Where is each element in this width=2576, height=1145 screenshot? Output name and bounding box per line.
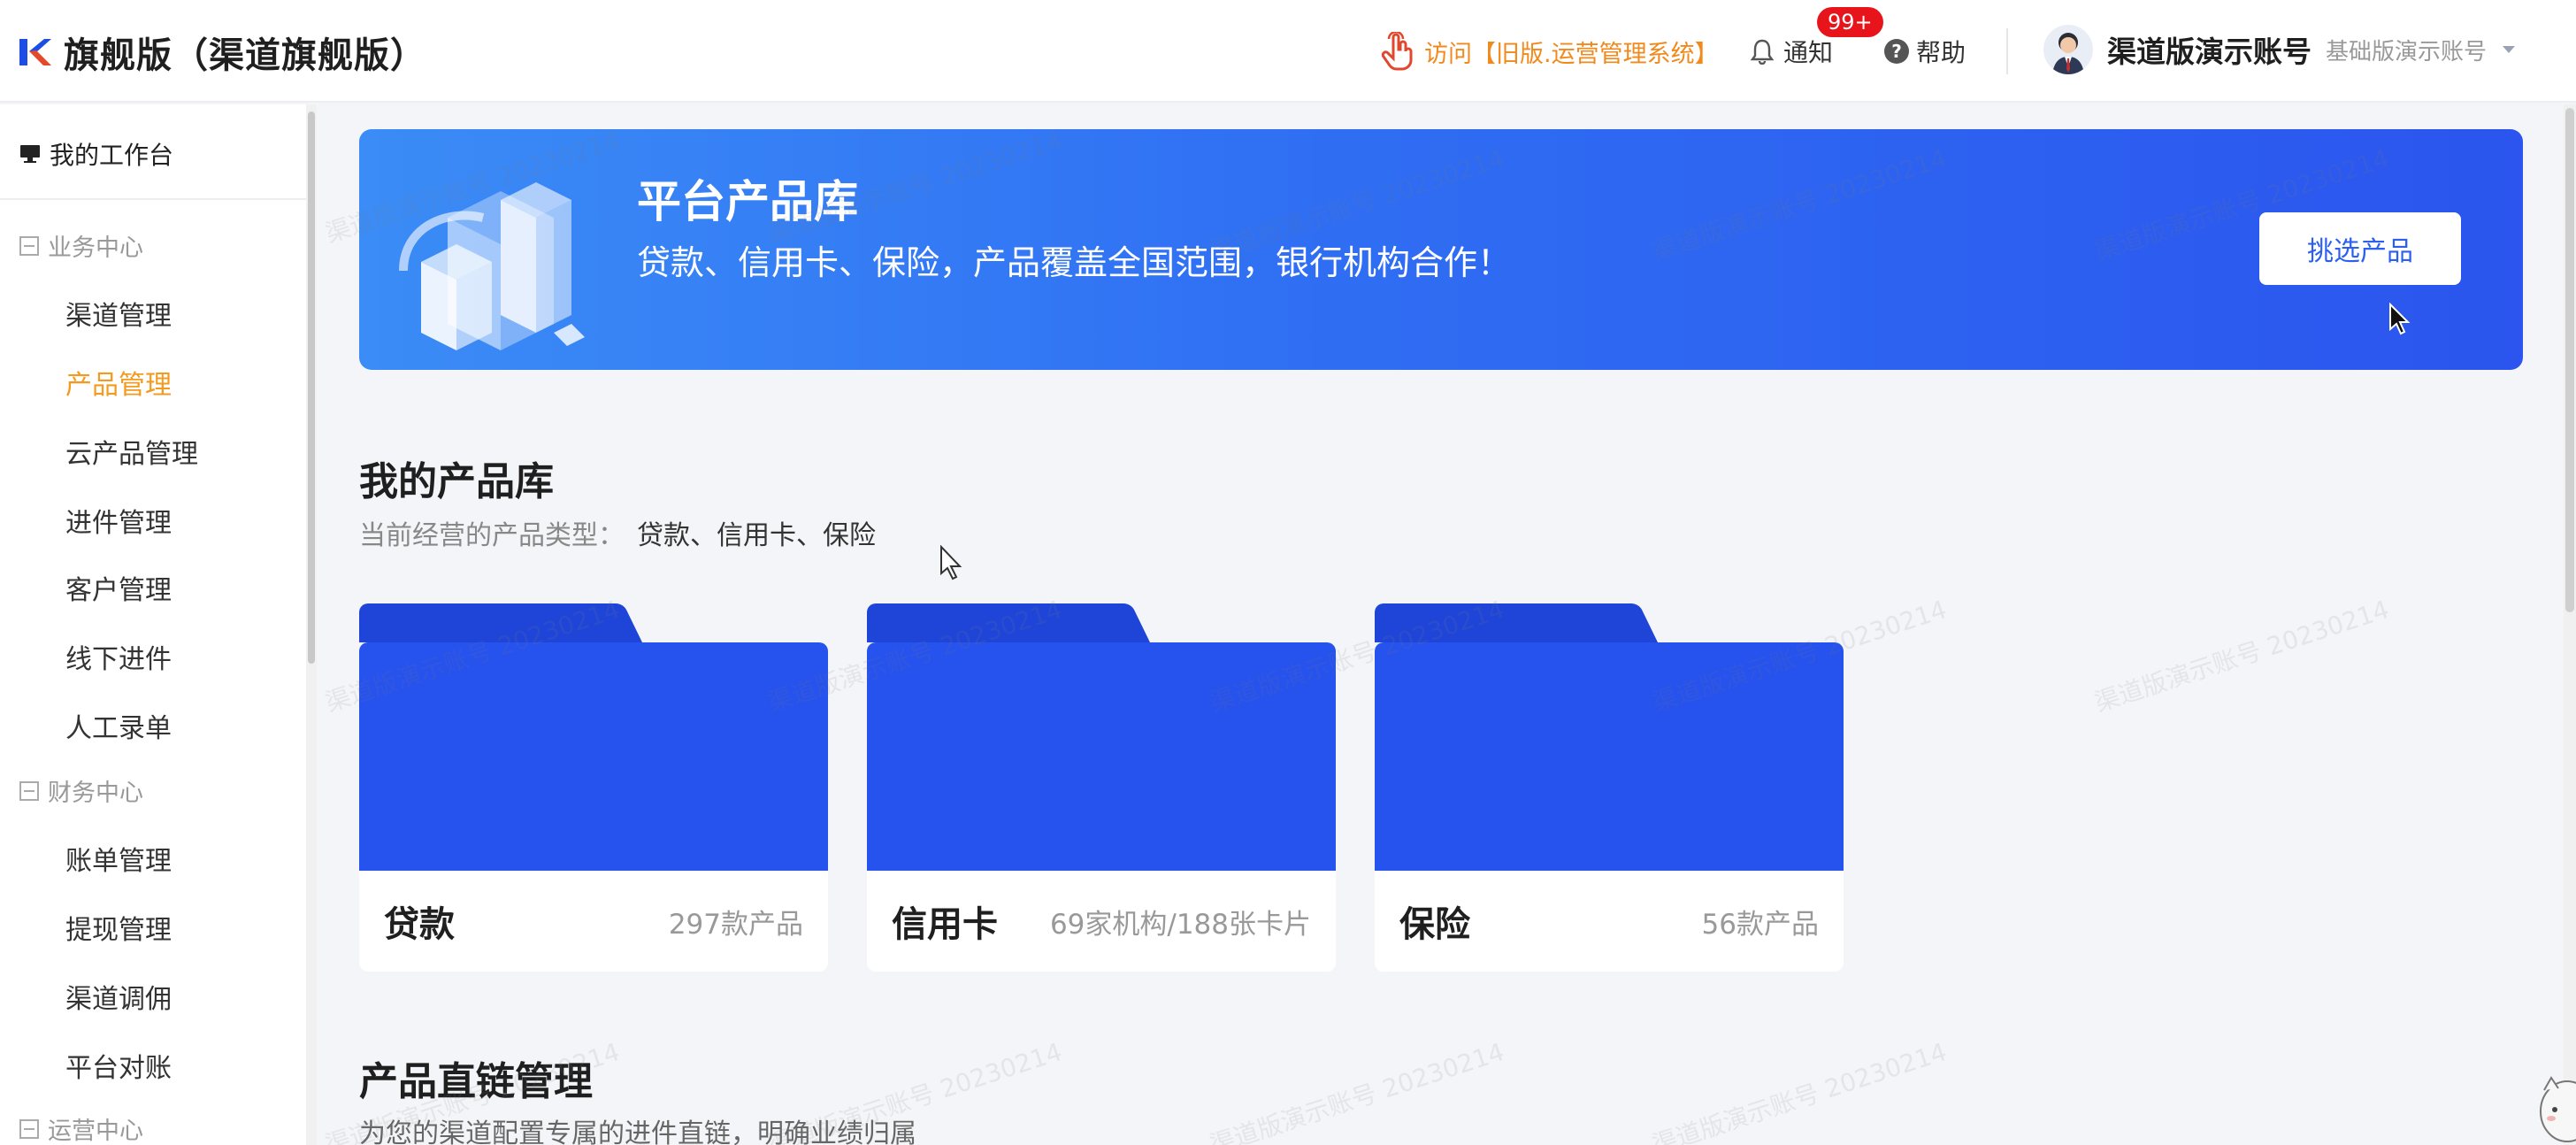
group-label: 运营中心 — [48, 1118, 143, 1145]
sidebar-item-bill[interactable]: 账单管理 — [65, 839, 172, 878]
platform-library-banner: 平台产品库 贷款、信用卡、保险，产品覆盖全国范围，银行机构合作！ 挑选产品 — [359, 129, 2523, 370]
help-label: 帮助 — [1916, 38, 1966, 67]
notify-badge: 99+ — [1817, 7, 1883, 37]
question-circle-icon: ? — [1884, 39, 1909, 64]
product-types-label: 当前经营的产品类型： — [359, 520, 625, 551]
sidebar-group-business[interactable]: 业务中心 — [19, 228, 143, 263]
sidebar-item-product[interactable]: 产品管理 — [65, 363, 172, 402]
product-folder-loan[interactable]: 贷款 297款产品 — [359, 603, 828, 972]
hand-pointer-icon — [1381, 32, 1413, 71]
direct-link-description: 为您的渠道配置专属的进件直链，明确业绩归属 — [359, 1118, 916, 1145]
sidebar-item-cloud-product[interactable]: 云产品管理 — [65, 432, 198, 471]
sidebar-item-withdraw[interactable]: 提现管理 — [65, 908, 172, 947]
folder-count: 297款产品 — [668, 908, 803, 941]
k-logo-icon[interactable] — [18, 34, 53, 69]
sidebar-item-reconcile[interactable]: 平台对账 — [65, 1046, 172, 1085]
person-icon — [2052, 33, 2084, 74]
notify-button[interactable]: 通知 — [1750, 34, 1833, 69]
product-types-value: 贷款、信用卡、保险 — [637, 520, 876, 551]
sidebar: 我的工作台 业务中心 渠道管理 产品管理 云产品管理 进件管理 客户管理 线下进… — [0, 104, 306, 1145]
sidebar-scrollbar-thumb[interactable] — [308, 111, 315, 664]
header-divider — [2006, 28, 2008, 74]
mascot-icon — [2540, 1076, 2576, 1142]
workbench-label: 我的工作台 — [50, 141, 174, 170]
product-folder-insurance[interactable]: 保险 56款产品 — [1375, 603, 1844, 972]
sidebar-group-operations[interactable]: 运营中心 — [19, 1111, 143, 1145]
direct-link-title: 产品直链管理 — [359, 1059, 593, 1104]
mouse-cursor-icon — [940, 545, 962, 580]
product-types-line: 当前经营的产品类型： 贷款、信用卡、保险 — [359, 513, 876, 552]
sidebar-item-workbench[interactable]: 我的工作台 — [19, 136, 173, 172]
sidebar-item-offline[interactable]: 线下进件 — [65, 637, 172, 676]
my-library-title: 我的产品库 — [359, 459, 554, 504]
minus-box-icon — [19, 780, 39, 801]
minus-box-icon — [19, 1118, 39, 1139]
folder-name: 信用卡 — [892, 904, 998, 945]
group-label: 财务中心 — [48, 780, 143, 807]
folder-footer: 贷款 297款产品 — [359, 871, 828, 972]
sidebar-item-commission[interactable]: 渠道调佣 — [65, 977, 172, 1016]
folder-name: 贷款 — [384, 904, 455, 945]
folder-count: 69家机构/188张卡片 — [1049, 908, 1311, 941]
account-name: 渠道版演示账号 — [2107, 35, 2312, 69]
help-button[interactable]: ? 帮助 — [1884, 34, 1966, 69]
account-subtitle: 基础版演示账号 — [2326, 38, 2488, 65]
sidebar-group-finance[interactable]: 财务中心 — [19, 773, 143, 808]
sidebar-item-customer[interactable]: 客户管理 — [65, 568, 172, 607]
folder-icon — [359, 603, 828, 871]
watermark: 渠道版演示账号 20230214 — [1205, 1033, 1508, 1145]
sidebar-item-channel[interactable]: 渠道管理 — [65, 294, 172, 333]
app-title: 旗舰版（渠道旗舰版） — [64, 35, 426, 76]
banner-title: 平台产品库 — [637, 176, 858, 227]
pick-product-button[interactable]: 挑选产品 — [2259, 212, 2461, 285]
caret-down-icon — [2503, 46, 2516, 53]
bar-chart-illustration — [399, 182, 585, 350]
folder-icon — [1375, 603, 1844, 871]
sidebar-item-application[interactable]: 进件管理 — [65, 501, 172, 540]
monitor-icon — [20, 145, 40, 163]
bell-icon — [1750, 39, 1775, 65]
banner-subtitle: 贷款、信用卡、保险，产品覆盖全国范围，银行机构合作！ — [637, 243, 1512, 282]
folder-footer: 保险 56款产品 — [1375, 871, 1844, 972]
group-label: 业务中心 — [48, 234, 143, 262]
watermark-text: 渠道版演示账号 20230214 — [1206, 1037, 1508, 1145]
watermark: 渠道版演示账号 20230214 — [2089, 590, 2393, 719]
visit-old-system-link[interactable]: 访问【旧版.运营管理系统】 — [1380, 32, 1719, 71]
sidebar-divider — [0, 198, 306, 200]
watermark-text: 渠道版演示账号 20230214 — [2090, 595, 2393, 718]
notify-label: 通知 — [1783, 38, 1834, 67]
watermark: 渠道版演示账号 20230214 — [1647, 1033, 1951, 1145]
main-scrollbar-thumb[interactable] — [2565, 108, 2574, 612]
mouse-cursor-icon — [2389, 303, 2411, 335]
visit-old-system-label: 访问【旧版.运营管理系统】 — [1424, 40, 1719, 68]
top-header: 旗舰版（渠道旗舰版） 访问【旧版.运营管理系统】 通知 99+ ? 帮助 渠道版… — [0, 0, 2576, 103]
account-menu[interactable]: 渠道版演示账号 基础版演示账号 — [2043, 25, 2517, 74]
avatar — [2043, 25, 2093, 74]
watermark-text: 渠道版演示账号 20230214 — [1648, 1037, 1951, 1145]
minus-box-icon — [19, 235, 39, 256]
product-folder-credit-card[interactable]: 信用卡 69家机构/188张卡片 — [867, 603, 1336, 972]
folder-name: 保险 — [1399, 904, 1470, 945]
folder-icon — [867, 603, 1336, 871]
folder-footer: 信用卡 69家机构/188张卡片 — [867, 871, 1336, 972]
sidebar-item-manual-entry[interactable]: 人工录单 — [65, 706, 172, 745]
folder-count: 56款产品 — [1701, 908, 1819, 941]
